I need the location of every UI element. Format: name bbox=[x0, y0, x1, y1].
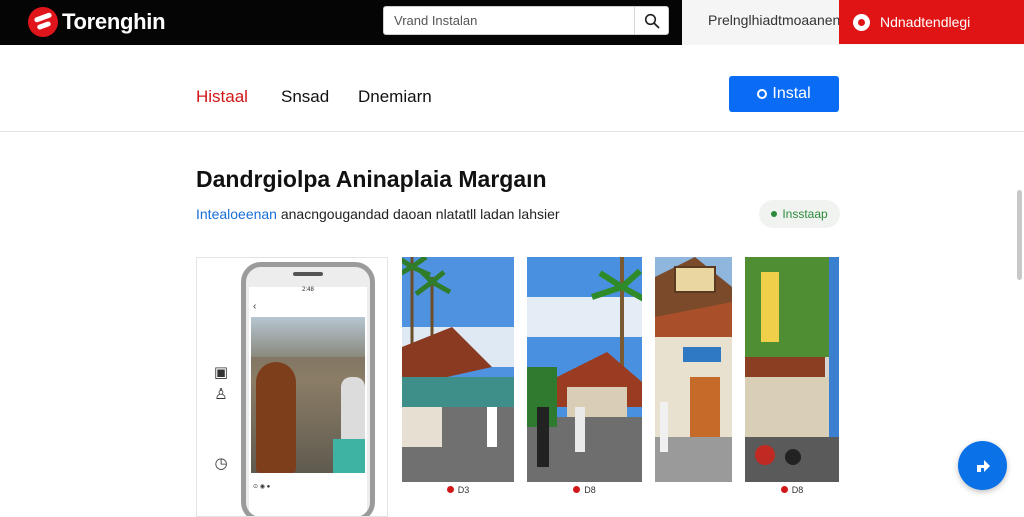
photo-person bbox=[256, 362, 296, 473]
brand-logo-icon bbox=[28, 7, 58, 37]
install-button[interactable]: Instal bbox=[729, 76, 839, 112]
search-input[interactable] bbox=[384, 7, 634, 34]
tab-histaal[interactable]: Histaal bbox=[196, 87, 248, 107]
gallery-image-2[interactable]: D8 bbox=[527, 257, 642, 497]
location-pin-icon bbox=[757, 89, 768, 99]
phone-notch bbox=[293, 272, 323, 276]
status-dot-icon bbox=[771, 211, 778, 217]
tab-snsad[interactable]: Snsad bbox=[281, 87, 329, 107]
gallery-caption-2: D8 bbox=[527, 482, 642, 497]
sub-navigation: Histaal Snsad Dnemiarn Instal bbox=[0, 45, 1024, 132]
phone-thumbnails: ⊙ ◉ ● bbox=[253, 484, 271, 490]
gallery-caption-1: D3 bbox=[402, 482, 514, 497]
gallery-caption-4: D8 bbox=[745, 482, 839, 497]
caption-dot-icon bbox=[446, 486, 454, 493]
page-subtitle: Intealoeenan anacngougandad daoan nlatat… bbox=[196, 206, 560, 222]
scrollbar[interactable] bbox=[1017, 190, 1022, 280]
phone-mockup: 2:48 ‹ ⊙ ◉ ● bbox=[241, 262, 375, 516]
phone-preview-card: ▣ ♙ ◷ 2:48 ‹ ⊙ ◉ ● bbox=[196, 257, 388, 517]
subtitle-text: anacngougandad daoan nlatatll ladan lahs… bbox=[276, 206, 560, 222]
search-box bbox=[383, 6, 669, 35]
phone-status-bar: 2:48 bbox=[302, 287, 314, 293]
chat-fab-button[interactable] bbox=[958, 441, 1007, 490]
photo-person-2 bbox=[341, 377, 365, 447]
download-app-button[interactable]: Ndnadtendlegi bbox=[839, 0, 1024, 44]
search-icon bbox=[644, 13, 659, 28]
phone-photo bbox=[251, 317, 365, 473]
street-scene-2 bbox=[527, 257, 642, 482]
download-app-label: Ndnadtendlegi bbox=[880, 14, 971, 30]
status-chip-label: Insstaap bbox=[782, 207, 828, 221]
caption-dot-icon bbox=[780, 486, 788, 493]
camera-icon[interactable]: ▣ bbox=[212, 364, 230, 382]
clock-icon[interactable]: ◷ bbox=[212, 455, 230, 473]
install-label: Instal bbox=[772, 85, 811, 102]
photo-roof bbox=[251, 317, 365, 357]
tab-dnemiarn[interactable]: Dnemiarn bbox=[358, 87, 432, 107]
shop-scene bbox=[655, 257, 732, 482]
street-scene-1 bbox=[402, 257, 514, 482]
user-share-icon[interactable]: ♙ bbox=[212, 386, 230, 404]
back-arrow-icon[interactable]: ‹ bbox=[253, 301, 256, 312]
status-chip[interactable]: Insstaap bbox=[759, 200, 840, 228]
market-scene bbox=[745, 257, 839, 482]
page-title: Dandrgiolpa Aninaplaia Margaın bbox=[196, 166, 547, 192]
gallery-image-3[interactable] bbox=[655, 257, 732, 497]
main-content: Dandrgiolpa Aninaplaia Margaın Intealoee… bbox=[0, 132, 1024, 517]
subtitle-link[interactable]: Intealoeenan bbox=[196, 206, 277, 222]
caption-dot-icon bbox=[573, 486, 581, 493]
gallery-image-4[interactable]: D8 bbox=[745, 257, 839, 497]
brand[interactable]: Torenghin bbox=[28, 4, 166, 40]
top-bar: Torenghin Prelnglhiadtmoaanen Ndnadtendl… bbox=[0, 0, 1024, 45]
photo-cooler bbox=[333, 439, 365, 473]
gear-badge-icon bbox=[853, 13, 870, 31]
send-arrow-icon bbox=[976, 459, 990, 472]
gallery-caption-3 bbox=[655, 482, 732, 497]
phone-screen: 2:48 ‹ ⊙ ◉ ● bbox=[249, 287, 367, 516]
search-button[interactable] bbox=[634, 7, 668, 34]
top-link[interactable]: Prelnglhiadtmoaanen bbox=[708, 12, 840, 28]
brand-name: Torenghin bbox=[62, 9, 166, 34]
gallery-image-1[interactable]: D3 bbox=[402, 257, 514, 497]
